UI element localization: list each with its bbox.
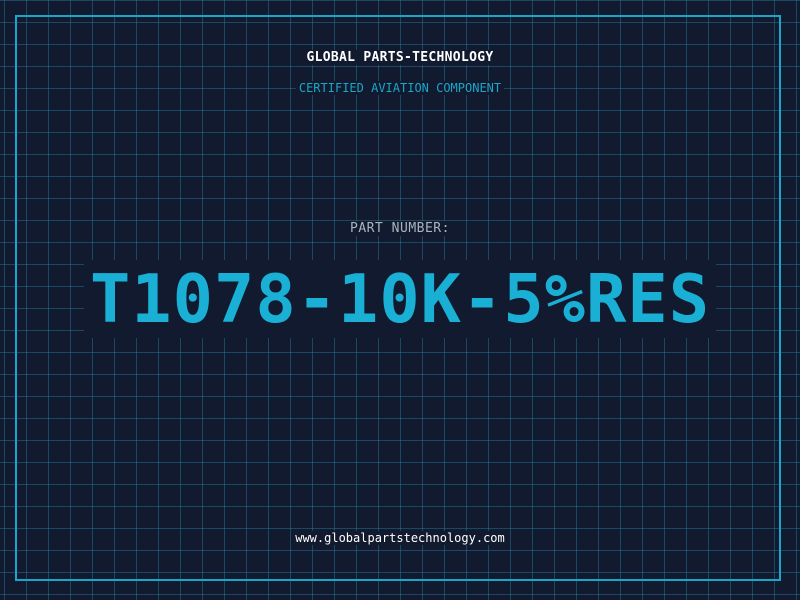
label-canvas: GLOBAL PARTS-TECHNOLOGY CERTIFIED AVIATI… xyxy=(0,0,800,600)
part-number-label-text: PART NUMBER: xyxy=(347,221,453,236)
company-name-text: GLOBAL PARTS-TECHNOLOGY xyxy=(303,50,497,65)
part-number: T1078-10K-5%RES xyxy=(0,260,800,338)
part-number-value: T1078-10K-5%RES xyxy=(83,260,717,338)
part-number-label: PART NUMBER: xyxy=(0,221,800,236)
tagline-text: CERTIFIED AVIATION COMPONENT xyxy=(295,81,505,95)
website-url-text: www.globalpartstechnology.com xyxy=(292,531,508,545)
tagline: CERTIFIED AVIATION COMPONENT xyxy=(0,81,800,95)
website-url: www.globalpartstechnology.com xyxy=(0,531,800,545)
company-name: GLOBAL PARTS-TECHNOLOGY xyxy=(0,50,800,65)
